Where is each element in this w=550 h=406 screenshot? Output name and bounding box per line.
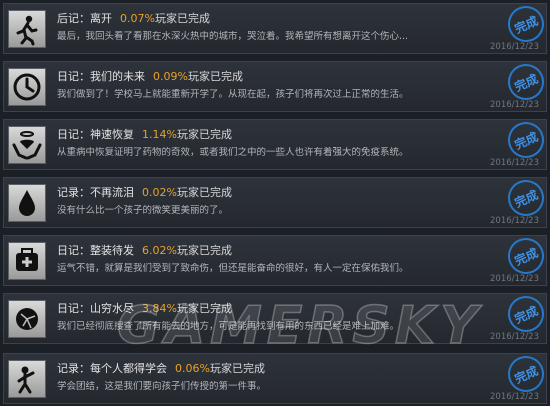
child-icon (8, 360, 46, 398)
achievement-title: 日记：神速恢复 (57, 128, 134, 141)
achievement-title: 日记：山穷水尽 (57, 302, 134, 315)
achievement-description: 没有什么比一个孩子的微笑更美丽的了。 (57, 205, 229, 216)
completion-label: 玩家已完成 (209, 362, 265, 375)
completion-percent: 6.02% (142, 244, 177, 257)
clock-icon (8, 68, 46, 106)
achievement-title: 后记：离开 (57, 12, 112, 25)
achievement-title: 记录：每个人都得学会 (57, 362, 167, 375)
unlock-date: 2016/12/23 (490, 332, 539, 342)
completed-stamp: 完成 (502, 58, 550, 106)
title-line: 日记：我们的未来 0.09%玩家已完成 (57, 70, 243, 83)
unlock-date: 2016/12/23 (490, 158, 539, 168)
teardrop-icon (8, 184, 46, 222)
title-line: 日记：山穷水尽 3.84%玩家已完成 (57, 302, 232, 315)
runner-icon (8, 10, 46, 48)
title-line: 记录：不再流泪 0.02%玩家已完成 (57, 186, 232, 199)
unlock-date: 2016/12/23 (490, 392, 539, 402)
achievement-description: 从重病中恢复证明了药物的奇效，或者我们之中的一些人也许有着强大的免疫系统。 (57, 147, 409, 158)
achievement-row[interactable]: 日记：神速恢复 1.14%玩家已完成 从重病中恢复证明了药物的奇效，或者我们之中的… (3, 116, 550, 170)
completion-label: 玩家已完成 (176, 244, 232, 257)
completed-stamp: 完成 (502, 350, 550, 398)
completion-label: 玩家已完成 (154, 12, 210, 25)
achievement-row[interactable]: 记录：每个人都得学会 0.06%玩家已完成 学会团结，这是我们要向孩子们传授的第一… (3, 350, 550, 404)
completed-stamp: 完成 (502, 116, 550, 164)
unlock-date: 2016/12/23 (490, 100, 539, 110)
title-line: 日记：神速恢复 1.14%玩家已完成 (57, 128, 232, 141)
achievement-row[interactable]: 日记：我们的未来 0.09%玩家已完成 我们做到了！学校马上就能重新开学了。从现在… (3, 58, 550, 112)
title-line: 记录：每个人都得学会 0.06%玩家已完成 (57, 362, 265, 375)
achievement-description: 我们做到了！学校马上就能重新开学了。从现在起，孩子们将再次过上正常的生活。 (57, 89, 409, 100)
broken-globe-icon (8, 300, 46, 338)
achievement-row[interactable]: 后记：离开 0.07%玩家已完成 最后，我回头看了看那在水深火热中的城市，哭泣着。… (3, 0, 550, 54)
completed-stamp: 完成 (502, 0, 550, 48)
completion-percent: 0.09% (153, 70, 188, 83)
achievement-row[interactable]: 日记：整装待发 6.02%玩家已完成 运气不错，就算是我们受到了致命伤，但还是能奋… (3, 232, 550, 286)
unlock-date: 2016/12/23 (490, 216, 539, 226)
completed-stamp: 完成 (502, 174, 550, 222)
achievement-description: 我们已经彻底搜查了所有能去的地方，可是能再找到有用的东西已经是难上加难。 (57, 321, 400, 332)
completion-percent: 1.14% (142, 128, 177, 141)
completion-percent: 0.06% (175, 362, 210, 375)
completion-label: 玩家已完成 (176, 186, 232, 199)
completion-label: 玩家已完成 (187, 70, 243, 83)
achievement-row[interactable]: 记录：不再流泪 0.02%玩家已完成 没有什么比一个孩子的微笑更美丽的了。 完成 … (3, 174, 550, 228)
completion-percent: 3.84% (142, 302, 177, 315)
title-line: 后记：离开 0.07%玩家已完成 (57, 12, 210, 25)
completion-percent: 0.07% (120, 12, 155, 25)
achievement-description: 运气不错，就算是我们受到了致命伤，但还是能奋命的很好，有人一定在保佑我们。 (57, 263, 409, 274)
achievement-description: 最后，我回头看了看那在水深火热中的城市，哭泣着。我希望所有想离开这个伤心... (57, 31, 409, 42)
healing-hands-icon (8, 126, 46, 164)
completion-percent: 0.02% (142, 186, 177, 199)
achievement-title: 记录：不再流泪 (57, 186, 134, 199)
achievement-row[interactable]: 日记：山穷水尽 3.84%玩家已完成 我们已经彻底搜查了所有能去的地方，可是能再找… (3, 290, 550, 344)
completed-stamp: 完成 (502, 290, 550, 338)
unlock-date: 2016/12/23 (490, 42, 539, 52)
title-line: 日记：整装待发 6.02%玩家已完成 (57, 244, 232, 257)
achievement-title: 日记：整装待发 (57, 244, 134, 257)
unlock-date: 2016/12/23 (490, 274, 539, 284)
completion-label: 玩家已完成 (176, 128, 232, 141)
completed-stamp: 完成 (502, 232, 550, 280)
achievement-description: 学会团结，这是我们要向孩子们传授的第一件事。 (57, 381, 267, 392)
completion-label: 玩家已完成 (176, 302, 232, 315)
medkit-icon (8, 242, 46, 280)
achievement-title: 日记：我们的未来 (57, 70, 145, 83)
